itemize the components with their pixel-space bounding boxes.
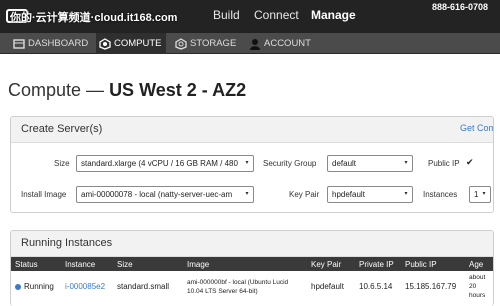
chevron-down-icon: ▾ xyxy=(402,190,410,199)
key-pair-cell: hpdefault xyxy=(311,282,344,291)
key-pair-label: Key Pair xyxy=(289,190,320,199)
security-group-value: default xyxy=(332,159,357,168)
create-server-panel: Create Server(s) Get Comp Size standard.… xyxy=(10,116,494,213)
chevron-down-icon: ▾ xyxy=(243,190,251,199)
key-pair-select[interactable]: hpdefault ▾ xyxy=(327,186,413,203)
account-icon xyxy=(250,39,260,50)
public-ip-label: Public IP xyxy=(428,159,460,168)
top-bar: 你的·云计算频道·cloud.it168.com Build Connect M… xyxy=(0,0,500,32)
age-cell: about 20 hours xyxy=(469,274,486,299)
compute-icon xyxy=(99,38,111,50)
security-group-label: Security Group xyxy=(263,159,317,168)
page-title-region: US West 2 - AZ2 xyxy=(109,80,247,100)
running-status-icon xyxy=(15,283,21,290)
watermark-text: 你的·云计算频道·cloud.it168.com xyxy=(10,12,178,24)
dashboard-icon xyxy=(13,39,25,49)
page-title-prefix: Compute — xyxy=(8,80,105,100)
install-image-value: ami-00000078 - local (natty-server-uec-a… xyxy=(81,190,233,199)
size-cell: standard.small xyxy=(117,282,170,291)
tab-dashboard-label: DASHBOARD xyxy=(28,38,89,49)
col-status[interactable]: Status xyxy=(11,257,61,271)
table-header-row: Status Instance Size Image Key Pair Priv… xyxy=(11,257,493,271)
nav-connect[interactable]: Connect xyxy=(254,8,299,22)
public-ip-checkbox[interactable]: ✔ xyxy=(466,158,475,167)
storage-icon xyxy=(175,38,187,50)
instances-value: 1 xyxy=(474,190,479,199)
create-server-header: Create Server(s) Get Comp xyxy=(11,117,493,143)
col-instance[interactable]: Instance xyxy=(61,257,113,271)
public-ip-cell: 15.185.167.79 xyxy=(405,282,457,291)
page-title: Compute — US West 2 - AZ2 xyxy=(8,80,246,101)
tab-dashboard[interactable]: DASHBOARD xyxy=(10,33,94,54)
tab-account[interactable]: ACCOUNT xyxy=(246,33,316,54)
sub-nav: DASHBOARD COMPUTE STORAGE ACCOUNT xyxy=(0,32,500,54)
chevron-down-icon: ▾ xyxy=(480,190,488,199)
running-instances-header: Running Instances xyxy=(11,231,493,257)
install-image-label: Install Image xyxy=(21,190,67,199)
size-select[interactable]: standard.xlarge (4 vCPU / 16 GB RAM / 48… xyxy=(76,155,254,172)
key-pair-value: hpdefault xyxy=(332,190,365,199)
size-label: Size xyxy=(54,159,70,168)
running-instances-title: Running Instances xyxy=(21,237,113,249)
install-image-select[interactable]: ami-00000078 - local (natty-server-uec-a… xyxy=(76,186,254,203)
image-cell: ami-000000bf - local (Ubuntu Lucid 10.04… xyxy=(187,278,289,295)
get-compute-link[interactable]: Get Comp xyxy=(460,123,493,133)
tab-storage-label: STORAGE xyxy=(190,38,237,49)
instances-label: Instances xyxy=(423,190,458,199)
instances-select[interactable]: 1 ▾ xyxy=(469,186,491,203)
instances-table: Status Instance Size Image Key Pair Priv… xyxy=(11,257,493,302)
col-private-ip[interactable]: Private IP xyxy=(355,257,401,271)
col-key-pair[interactable]: Key Pair xyxy=(307,257,355,271)
status-cell: Running xyxy=(11,271,61,302)
tab-account-label: ACCOUNT xyxy=(264,38,311,49)
phone-number: 888-616-0708 xyxy=(431,2,488,12)
running-instances-panel: Running Instances Status Instance Size I… xyxy=(10,230,494,306)
col-size[interactable]: Size xyxy=(113,257,183,271)
private-ip-cell: 10.6.5.14 xyxy=(359,282,393,291)
col-public-ip[interactable]: Public IP xyxy=(401,257,465,271)
nav-build[interactable]: Build xyxy=(213,8,240,22)
size-value: standard.xlarge (4 vCPU / 16 GB RAM / 48… xyxy=(81,159,238,168)
col-age[interactable]: Age xyxy=(465,257,493,271)
tab-compute[interactable]: COMPUTE xyxy=(96,33,166,54)
security-group-select[interactable]: default ▾ xyxy=(327,155,413,172)
tab-storage[interactable]: STORAGE xyxy=(172,33,240,54)
col-image[interactable]: Image xyxy=(183,257,307,271)
table-row[interactable]: Running i-000085e2 standard.small ami-00… xyxy=(11,271,493,302)
tab-compute-label: COMPUTE xyxy=(114,38,162,49)
nav-manage[interactable]: Manage xyxy=(311,8,356,22)
instance-id-link[interactable]: i-000085e2 xyxy=(61,271,113,302)
chevron-down-icon: ▾ xyxy=(402,159,410,168)
create-server-title: Create Server(s) xyxy=(21,123,103,135)
chevron-down-icon: ▾ xyxy=(243,159,251,168)
status-text: Running xyxy=(24,282,54,291)
